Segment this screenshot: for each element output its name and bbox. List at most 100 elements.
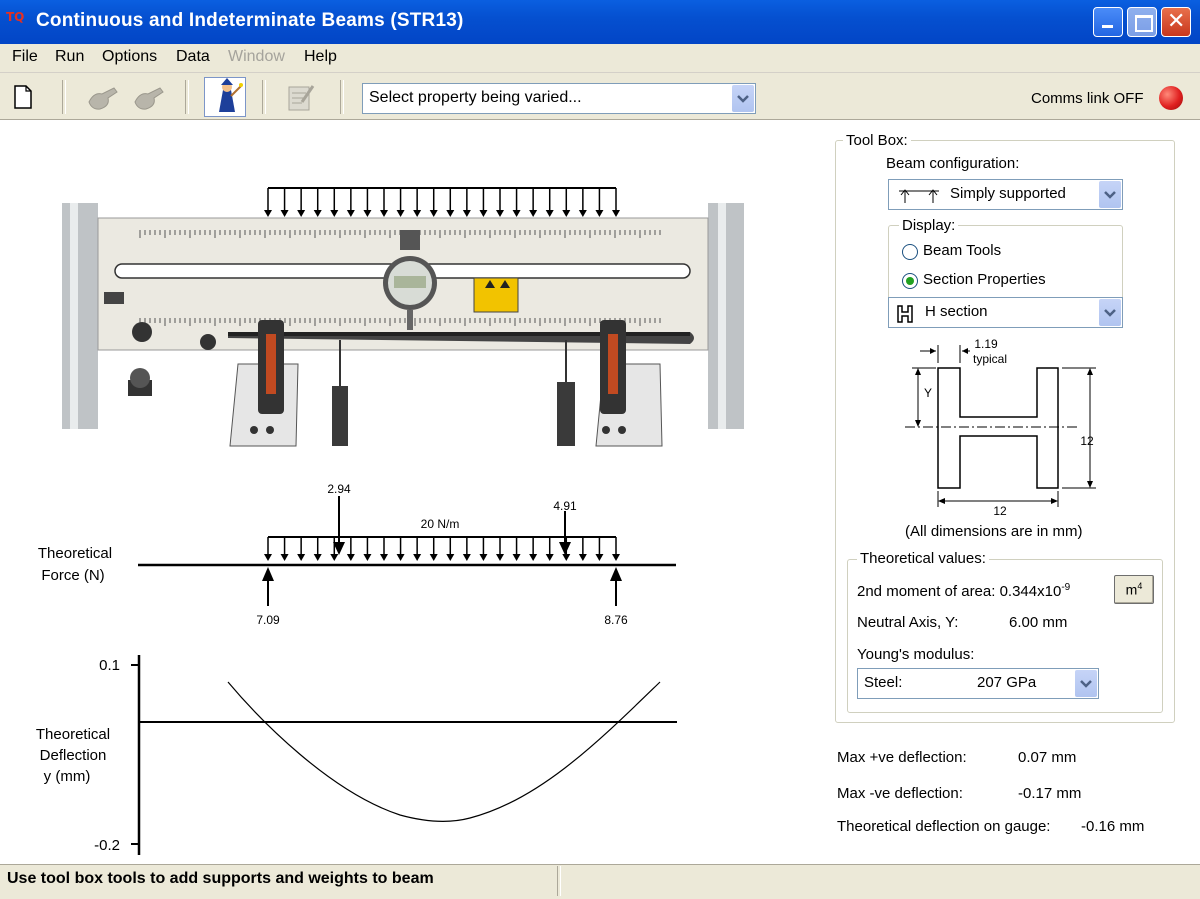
new-file-button[interactable] — [12, 84, 34, 114]
max-positive-deflection-value: 0.07 mm — [1018, 749, 1077, 766]
minimize-icon — [1102, 25, 1113, 28]
chevron-down-icon[interactable] — [732, 85, 754, 112]
reaction-left-label: 7.09 — [256, 613, 280, 627]
load-arrow-head — [496, 554, 504, 561]
display-group — [888, 225, 1123, 306]
wizard-icon — [219, 78, 243, 112]
load-arrow-head — [330, 210, 339, 217]
load-arrow-head — [363, 554, 372, 561]
reaction-arrow — [262, 567, 274, 581]
moment-of-area: 2nd moment of area: 0.344x10-9 — [857, 582, 1070, 600]
youngs-modulus-label: Young's modulus: — [857, 646, 975, 663]
h-section-drawing: 1.19 typical Y 12 12 — [905, 337, 1096, 518]
radio-beam-tools-label[interactable]: Beam Tools — [923, 242, 1001, 259]
h-section-icon — [897, 305, 913, 323]
point-load-arrow — [559, 542, 571, 555]
load-arrow-head — [413, 554, 422, 561]
load-arrow-head — [496, 210, 504, 217]
comms-status-led-icon — [1159, 86, 1183, 110]
max-negative-deflection-label: Max -ve deflection: — [837, 785, 963, 802]
units-button-exponent: 4 — [1137, 581, 1143, 591]
neutral-axis-value: 6.00 mm — [1009, 614, 1068, 631]
reaction-arrow — [610, 567, 622, 581]
menu-file[interactable]: File — [12, 48, 38, 66]
y-tick-bottom: -0.2 — [94, 837, 120, 854]
load-arrow-head — [396, 554, 405, 561]
load-arrow-head — [346, 210, 355, 217]
moment-of-area-exponent: -9 — [1061, 582, 1071, 593]
radio-section-properties-label[interactable]: Section Properties — [923, 271, 1046, 288]
comms-status: Comms link OFF — [1031, 90, 1144, 107]
max-negative-deflection-value: -0.17 mm — [1018, 785, 1082, 802]
redo-button — [132, 82, 166, 116]
theoretical-values-title: Theoretical values: — [857, 550, 989, 567]
load-arrow-head — [612, 554, 620, 561]
maximize-button[interactable] — [1127, 7, 1157, 37]
radio-beam-tools[interactable] — [902, 244, 918, 260]
close-button[interactable]: ✕ — [1161, 7, 1191, 37]
load-arrow-head — [280, 554, 289, 561]
menu-data[interactable]: Data — [176, 48, 210, 66]
load-arrow-head — [595, 210, 604, 217]
display-label: Display: — [899, 217, 959, 234]
undo-button — [86, 82, 120, 116]
hanging-weight-left — [332, 340, 348, 446]
chevron-down-icon[interactable] — [1099, 181, 1121, 208]
gauge-deflection-value: -0.16 mm — [1081, 818, 1145, 835]
load-arrow-head — [462, 210, 471, 217]
load-arrow-head — [479, 210, 488, 217]
beam-diagram-canvas: Theoretical Force (N) 20 N/m 2.94 4.91 7… — [36, 187, 744, 855]
beam-rig-photo — [62, 187, 744, 447]
menu-options[interactable]: Options — [102, 48, 157, 66]
section-select[interactable]: H section — [888, 297, 1123, 328]
neutral-axis-y-label: Y — [924, 386, 932, 400]
load-arrow-head — [363, 210, 372, 217]
material-modulus: 207 GPa — [977, 674, 1037, 691]
window-title: Continuous and Indeterminate Beams (STR1… — [36, 10, 464, 31]
beam-config-value: Simply supported — [950, 185, 1066, 202]
flange-typical-label: typical — [973, 352, 1007, 366]
new-file-icon — [14, 85, 32, 109]
load-arrow-head — [297, 210, 306, 217]
point-load-2-label: 4.91 — [553, 499, 577, 513]
simply-supported-icon — [899, 189, 939, 203]
deflection-curve — [227, 681, 661, 822]
close-icon: ✕ — [1167, 9, 1186, 34]
neutral-axis-label: Neutral Axis, Y: — [857, 614, 959, 631]
chevron-down-icon[interactable] — [1099, 299, 1121, 326]
property-select-value: Select property being varied... — [369, 89, 582, 106]
load-arrow-head — [529, 554, 538, 561]
beam-config-select[interactable]: Simply supported — [888, 179, 1123, 210]
load-arrow-head — [413, 210, 422, 217]
material-select[interactable]: Steel: 207 GPa — [857, 668, 1099, 699]
load-arrow-head — [595, 554, 604, 561]
property-select[interactable]: Select property being varied... — [362, 83, 756, 114]
load-arrow-head — [280, 210, 289, 217]
load-arrow-head — [380, 554, 388, 561]
load-arrow-head — [612, 210, 620, 217]
reaction-right-label: 8.76 — [604, 613, 628, 627]
hand-pointer-icon — [88, 87, 118, 110]
radio-section-properties[interactable] — [902, 273, 918, 289]
load-arrow-head — [380, 210, 388, 217]
udl-label: 20 N/m — [421, 517, 460, 531]
menu-run[interactable]: Run — [55, 48, 84, 66]
units-button[interactable]: m4 — [1114, 575, 1154, 604]
menu-help[interactable]: Help — [304, 48, 337, 66]
minimize-button[interactable] — [1093, 7, 1123, 37]
load-arrow-head — [512, 554, 521, 561]
load-arrow-head — [346, 554, 355, 561]
point-load-1-label: 2.94 — [327, 482, 351, 496]
load-arrow-head — [446, 554, 455, 561]
wizard-button[interactable] — [204, 77, 246, 117]
menu-window: Window — [228, 48, 285, 65]
load-arrow-head — [529, 210, 538, 217]
load-arrow-head — [578, 210, 587, 217]
deflection-axis-label-3: y (mm) — [44, 768, 91, 785]
chevron-down-icon[interactable] — [1075, 670, 1097, 697]
notepad-icon — [288, 85, 315, 111]
gauge-deflection-label: Theoretical deflection on gauge: — [837, 818, 1051, 835]
height-dim-label: 12 — [1080, 434, 1094, 448]
max-positive-deflection-label: Max +ve deflection: — [837, 749, 967, 766]
load-arrow-head — [429, 210, 438, 217]
